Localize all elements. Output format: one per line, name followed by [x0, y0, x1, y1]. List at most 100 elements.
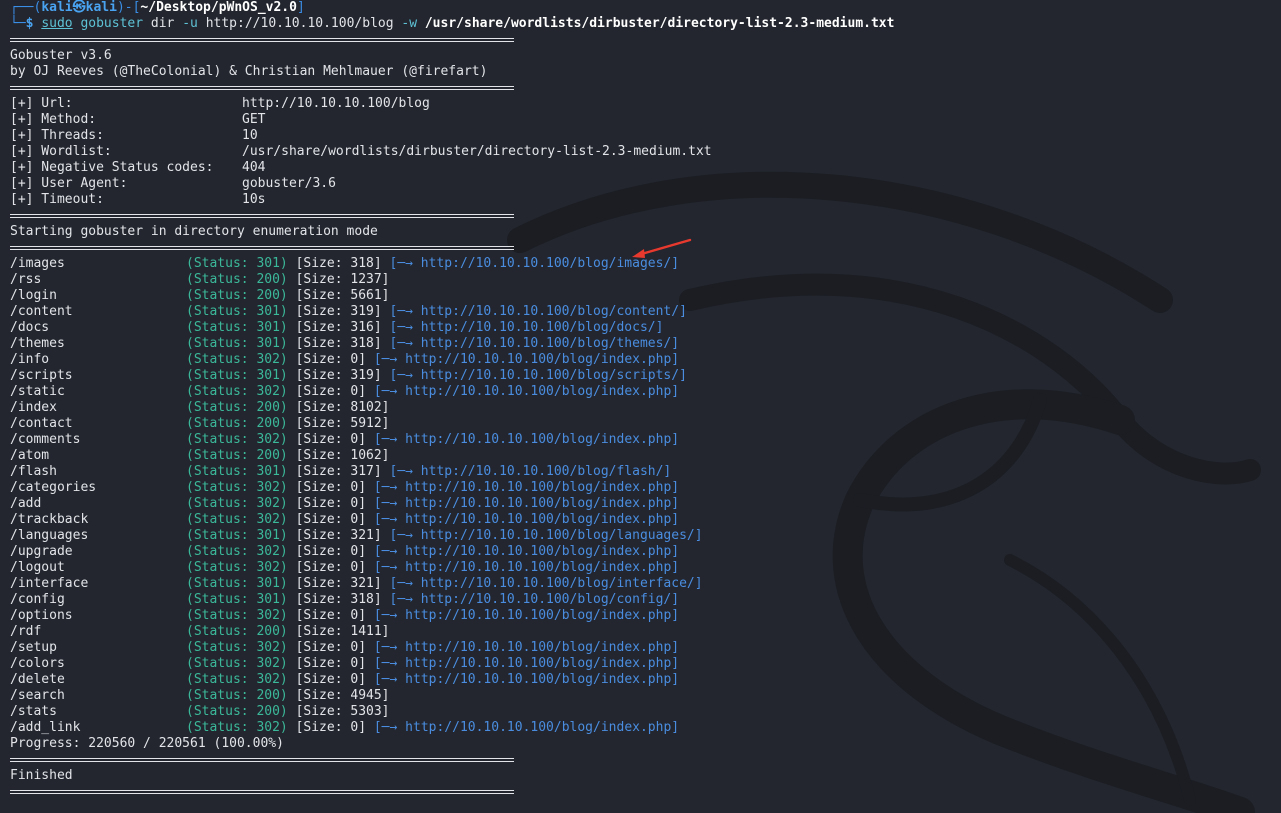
result-size: [Size: 316] [295, 320, 382, 335]
result-path: /flash [10, 464, 57, 479]
result-path: /setup [10, 640, 57, 655]
config-key: [+] Threads: [10, 128, 104, 143]
result-row: /rss (Status: 200) [Size: 1237] [10, 272, 1270, 288]
result-size: [Size: 0] [295, 544, 367, 559]
result-row: /contact (Status: 200) [Size: 5912] [10, 416, 1270, 432]
result-row: /comments (Status: 302) [Size: 0] [─→ htt… [10, 432, 1270, 448]
config-value: /usr/share/wordlists/dirbuster/directory… [242, 144, 712, 159]
result-size: [Size: 5303] [295, 704, 390, 719]
result-row: /search (Status: 200) [Size: 4945] [10, 688, 1270, 704]
result-size: [Size: 321] [295, 576, 382, 591]
prompt-user: kali㉿kali [41, 0, 117, 15]
result-redirect-link[interactable]: [─→ http://10.10.10.100/blog/themes/] [390, 336, 680, 351]
banner-version: Gobuster v3.6 [10, 48, 112, 63]
result-row: /interface (Status: 301) [Size: 321] [─→ … [10, 576, 1270, 592]
result-path: /stats [10, 704, 57, 719]
result-size: [Size: 0] [295, 512, 367, 527]
result-status: (Status: 200) [186, 400, 288, 415]
result-row: /index (Status: 200) [Size: 8102] [10, 400, 1270, 416]
result-status: (Status: 302) [186, 720, 288, 735]
config-row: [+] Method: GET [10, 112, 1270, 128]
result-redirect-link[interactable]: [─→ http://10.10.10.100/blog/index.php] [374, 352, 679, 367]
config-key: [+] Url: [10, 96, 73, 111]
result-redirect-link[interactable]: [─→ http://10.10.10.100/blog/interface/] [390, 576, 703, 591]
result-redirect-link[interactable]: [─→ http://10.10.10.100/blog/index.php] [374, 432, 679, 447]
config-key: [+] Method: [10, 112, 97, 127]
cmd-url: http://10.10.10.100/blog [205, 16, 394, 31]
result-path: /contact [10, 416, 73, 431]
result-redirect-link[interactable]: [─→ http://10.10.10.100/blog/index.php] [374, 480, 679, 495]
result-status: (Status: 301) [186, 320, 288, 335]
result-size: [Size: 5912] [295, 416, 390, 431]
result-redirect-link[interactable]: [─→ http://10.10.10.100/blog/docs/] [390, 320, 664, 335]
result-redirect-link[interactable]: [─→ http://10.10.10.100/blog/index.php] [374, 640, 679, 655]
result-path: /scripts [10, 368, 73, 383]
result-redirect-link[interactable]: [─→ http://10.10.10.100/blog/index.php] [374, 496, 679, 511]
red-arrow-icon [632, 238, 692, 258]
result-size: [Size: 0] [295, 496, 367, 511]
result-status: (Status: 302) [186, 384, 288, 399]
result-size: [Size: 0] [295, 640, 367, 655]
result-row: /themes (Status: 301) [Size: 318] [─→ htt… [10, 336, 1270, 352]
result-redirect-link[interactable]: [─→ http://10.10.10.100/blog/index.php] [374, 560, 679, 575]
result-status: (Status: 302) [186, 352, 288, 367]
result-path: /delete [10, 672, 65, 687]
result-redirect-link[interactable]: [─→ http://10.10.10.100/blog/index.php] [374, 672, 679, 687]
result-redirect-link[interactable]: [─→ http://10.10.10.100/blog/content/] [390, 304, 687, 319]
result-path: /info [10, 352, 50, 367]
result-redirect-link[interactable]: [─→ http://10.10.10.100/blog/languages/] [390, 528, 703, 543]
result-path: /add [10, 496, 42, 511]
terminal-output[interactable]: ┌──(kali㉿kali)-[~/Desktop/pWnOS_v2.0] └─… [10, 0, 1270, 800]
prompt-line: ┌──(kali㉿kali)-[~/Desktop/pWnOS_v2.0] [10, 0, 305, 15]
result-size: [Size: 318] [295, 336, 382, 351]
config-value: 10 [242, 128, 258, 143]
result-status: (Status: 301) [186, 528, 288, 543]
result-redirect-link[interactable]: [─→ http://10.10.10.100/blog/index.php] [374, 608, 679, 623]
result-path: /images [10, 256, 65, 271]
result-redirect-link[interactable]: [─→ http://10.10.10.100/blog/index.php] [374, 512, 679, 527]
result-row: /delete (Status: 302) [Size: 0] [─→ http:… [10, 672, 1270, 688]
result-status: (Status: 200) [186, 416, 288, 431]
cmd-program: gobuster [80, 16, 144, 31]
result-redirect-link[interactable]: [─→ http://10.10.10.100/blog/flash/] [390, 464, 672, 479]
banner-authors: by OJ Reeves (@TheColonial) & Christian … [10, 64, 488, 79]
result-row: /languages (Status: 301) [Size: 321] [─→ … [10, 528, 1270, 544]
config-key: [+] Negative Status codes: [10, 160, 214, 175]
separator [10, 240, 514, 256]
result-size: [Size: 8102] [295, 400, 390, 415]
cmd-wordlist: /usr/share/wordlists/dirbuster/directory… [424, 16, 895, 31]
result-path: /index [10, 400, 57, 415]
result-redirect-link[interactable]: [─→ http://10.10.10.100/blog/index.php] [374, 720, 679, 735]
config-value: 10s [242, 192, 266, 207]
config-value: http://10.10.10.100/blog [242, 96, 430, 111]
result-redirect-link[interactable]: [─→ http://10.10.10.100/blog/config/] [390, 592, 680, 607]
results-list: /images (Status: 301) [Size: 318] [─→ htt… [10, 256, 1270, 736]
result-row: /colors (Status: 302) [Size: 0] [─→ http:… [10, 656, 1270, 672]
result-status: (Status: 301) [186, 592, 288, 607]
result-status: (Status: 302) [186, 432, 288, 447]
result-row: /content (Status: 301) [Size: 319] [─→ ht… [10, 304, 1270, 320]
prompt-path: ~/Desktop/pWnOS_v2.0 [140, 0, 297, 15]
result-row: /atom (Status: 200) [Size: 1062] [10, 448, 1270, 464]
result-path: /rdf [10, 624, 42, 639]
result-redirect-link[interactable]: [─→ http://10.10.10.100/blog/index.php] [374, 656, 679, 671]
result-status: (Status: 302) [186, 512, 288, 527]
result-redirect-link[interactable]: [─→ http://10.10.10.100/blog/index.php] [374, 544, 679, 559]
result-path: /colors [10, 656, 65, 671]
result-size: [Size: 1411] [295, 624, 390, 639]
result-size: [Size: 319] [295, 368, 382, 383]
result-path: /atom [10, 448, 50, 463]
result-path: /login [10, 288, 57, 303]
result-status: (Status: 301) [186, 256, 288, 271]
result-size: [Size: 0] [295, 384, 367, 399]
result-status: (Status: 302) [186, 640, 288, 655]
result-redirect-link[interactable]: [─→ http://10.10.10.100/blog/index.php] [374, 384, 679, 399]
result-size: [Size: 0] [295, 560, 367, 575]
result-status: (Status: 301) [186, 304, 288, 319]
result-path: /comments [10, 432, 81, 447]
result-path: /themes [10, 336, 65, 351]
separator [10, 80, 514, 96]
result-redirect-link[interactable]: [─→ http://10.10.10.100/blog/scripts/] [390, 368, 687, 383]
result-status: (Status: 200) [186, 688, 288, 703]
result-status: (Status: 200) [186, 288, 288, 303]
